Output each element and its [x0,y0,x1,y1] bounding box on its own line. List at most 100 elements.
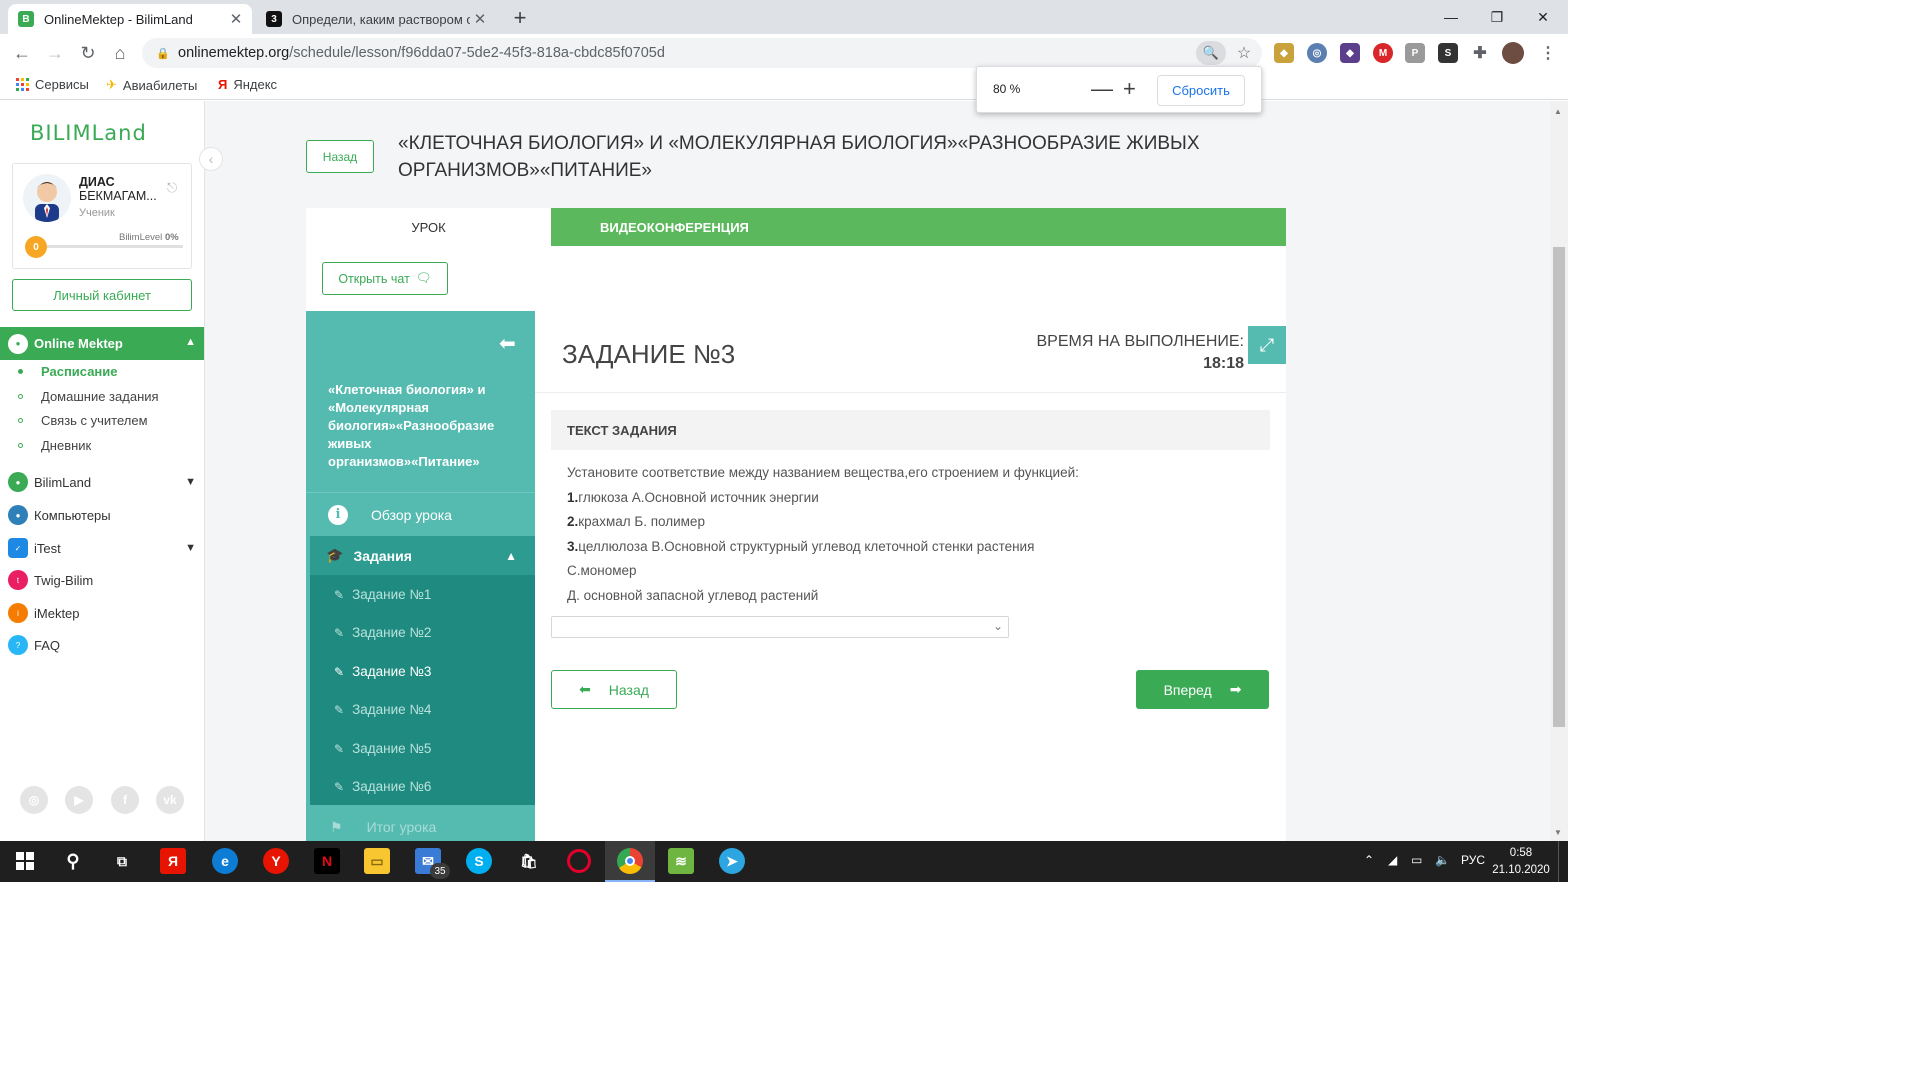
sidebar-item-itest[interactable]: ✓ iTest ▼ [0,536,204,560]
task-item-1[interactable]: ✎ Задание №1 [334,587,431,602]
task-item-2[interactable]: ✎ Задание №2 [334,625,431,640]
bilim-level-label: BilimLevel 0% [119,232,179,243]
reload-icon[interactable]: ↻ [75,40,101,66]
tab-lesson[interactable]: УРОК [306,208,551,246]
chrome-icon[interactable] [617,848,643,874]
yandex-browser-icon[interactable]: Я [160,848,186,874]
bluestacks-icon[interactable]: ≋ [668,848,694,874]
vk-icon[interactable]: vk [156,786,184,814]
telegram-icon[interactable]: ➤ [719,848,745,874]
forward-arrow-icon[interactable]: → [42,40,68,66]
page-scrollbar[interactable]: ▲ ▼ [1550,101,1568,841]
close-tab-icon[interactable]: ✕ [470,10,490,28]
windows-start-icon[interactable] [12,848,38,874]
task-item-5[interactable]: ✎ Задание №5 [334,741,431,756]
facebook-icon[interactable]: f [111,786,139,814]
zoom-popup: 80 % — + Сбросить [976,66,1262,113]
sidebar-item-faq[interactable]: ? FAQ [0,633,204,657]
yandex-icon[interactable]: Y [263,848,289,874]
system-clock[interactable]: 0:58 21.10.2020 [1488,845,1554,879]
edge-icon[interactable]: e [212,848,238,874]
skype-icon[interactable]: S [466,848,492,874]
previous-task-button[interactable]: ⬅ Назад [551,670,677,709]
youtube-icon[interactable]: ▶ [65,786,93,814]
netflix-icon[interactable]: N [314,848,340,874]
bilimland-logo[interactable]: BILIMLand [30,121,147,145]
scroll-down-icon[interactable]: ▼ [1554,828,1562,837]
sidebar-item-computers[interactable]: ● Компьютеры [0,503,204,527]
instagram-icon[interactable]: ◎ [20,786,48,814]
language-indicator[interactable]: РУС [1461,853,1485,867]
bookmark-yandex[interactable]: Я Яндекс [218,77,277,92]
search-icon[interactable]: ⚲ [60,848,86,874]
new-tab-button[interactable]: + [506,4,534,32]
arrow-left-icon[interactable]: ⬅ [499,331,516,356]
scroll-up-icon[interactable]: ▲ [1554,107,1562,116]
zoom-magnifier-icon[interactable]: 🔍 [1196,41,1226,65]
home-icon[interactable]: ⌂ [107,40,133,66]
sidebar-item-imektep[interactable]: i iMektep [0,601,204,625]
extension-icon[interactable]: ◆ [1274,43,1294,63]
back-button-top[interactable]: Назад [306,140,374,173]
menu-dots-icon[interactable]: ⋮ [1538,43,1558,63]
minimize-window-button[interactable]: — [1428,0,1474,34]
lesson-summary-item[interactable]: ⚑ Итог урока [306,805,535,841]
browser-tab-active[interactable]: B OnlineMektep - BilimLand ✕ [8,4,252,34]
logout-icon[interactable]: ⎋ [167,180,177,196]
sidebar-collapse-chevron-icon[interactable]: ‹ [199,147,223,171]
sidebar-item-diary[interactable]: Дневник [18,438,91,453]
extension-icon[interactable]: P [1405,43,1425,63]
task-view-icon[interactable]: ⧉ [109,848,135,874]
next-task-button[interactable]: Вперед ➡ [1136,670,1269,709]
opera-icon[interactable] [567,849,591,873]
zoom-out-button[interactable]: — [1091,76,1113,102]
answer-select[interactable]: ⌄ [551,616,1009,638]
bookmark-avia[interactable]: ✈ Авиабилеты [106,77,197,93]
file-explorer-icon[interactable]: ▭ [364,848,390,874]
zoom-reset-button[interactable]: Сбросить [1157,75,1245,106]
back-arrow-icon[interactable]: ← [9,40,35,66]
task-item-3[interactable]: ✎ Задание №3 [334,664,431,679]
sidebar-section-online-mektep[interactable]: ● Online Mektep ▲ [0,327,204,360]
extension-icon[interactable]: S [1438,43,1458,63]
open-chat-button[interactable]: Открыть чат 🗨 [322,262,448,295]
chevron-up-icon: ▲ [185,336,196,348]
tab-videoconference[interactable]: ВИДЕОКОНФЕРЕНЦИЯ [551,208,1286,246]
lesson-overview-item[interactable]: i Обзор урока [306,492,535,536]
bookmark-star-icon[interactable]: ☆ [1234,41,1254,65]
browser-tab-inactive[interactable]: 3 Определи, каким раствором ог ✕ [256,4,496,34]
sidebar-item-bilimland[interactable]: ● BilimLand ▼ [0,470,204,494]
battery-icon[interactable]: ▭ [1411,853,1422,867]
fullscreen-expand-icon[interactable]: ⤢ [1248,326,1286,364]
close-window-button[interactable]: ✕ [1520,0,1566,34]
volume-icon[interactable]: 🔈 [1435,853,1450,867]
extension-icon[interactable]: ◎ [1307,43,1327,63]
personal-cabinet-button[interactable]: Личный кабинет [12,279,192,311]
close-tab-icon[interactable]: ✕ [226,10,246,28]
task-item-4[interactable]: ✎ Задание №4 [334,702,431,717]
store-icon[interactable]: 🛍 [516,848,542,874]
address-bar[interactable]: 🔒 onlinemektep.org/schedule/lesson/f96dd… [142,38,1262,68]
zoom-in-button[interactable]: + [1123,76,1136,102]
show-desktop-button[interactable] [1558,841,1568,882]
bullet-icon [18,443,23,448]
task-line-2: 2.крахмал Б. полимер [567,514,705,529]
lesson-navigation: ⬅ «Клеточная биология» и «Молекулярная б… [306,311,535,841]
scrollbar-thumb[interactable] [1553,247,1565,727]
tab-title: OnlineMektep - BilimLand [44,11,193,27]
tray-chevron-up-icon[interactable]: ⌃ [1364,853,1374,867]
task-number: ЗАДАНИЕ №3 [562,339,736,369]
restore-window-button[interactable]: ❐ [1474,0,1520,34]
sidebar-item-schedule[interactable]: Расписание [18,364,118,379]
task-item-6[interactable]: ✎ Задание №6 [334,779,431,794]
extension-icon[interactable]: M [1373,43,1393,63]
bookmark-services[interactable]: Сервисы [16,77,89,92]
sidebar-item-twig-bilim[interactable]: t Twig-Bilim [0,568,204,592]
sidebar-item-homework[interactable]: Домашние задания [18,389,159,404]
sidebar-item-teacher-contact[interactable]: Связь с учителем [18,413,148,428]
tasks-section-header[interactable]: 🎓 Задания ▲ [310,536,535,575]
profile-avatar-icon[interactable] [1502,42,1524,64]
network-icon[interactable]: ◢ [1388,853,1397,867]
extensions-puzzle-icon[interactable]: ✚ [1470,43,1490,63]
extension-icon[interactable]: ◆ [1340,43,1360,63]
